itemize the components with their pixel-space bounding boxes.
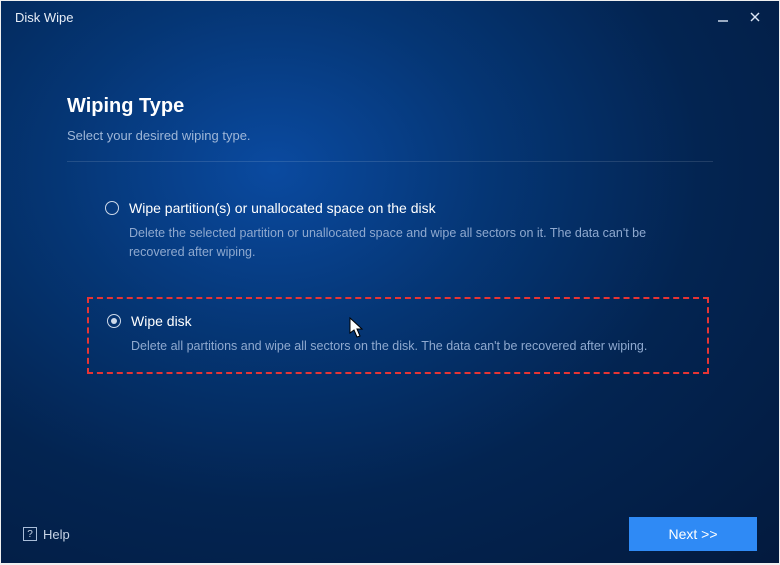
help-label: Help bbox=[43, 527, 70, 542]
divider bbox=[67, 161, 713, 162]
window-title: Disk Wipe bbox=[15, 10, 707, 25]
help-icon: ? bbox=[23, 527, 37, 541]
option-description: Delete the selected partition or unalloc… bbox=[129, 224, 691, 263]
radio-checked-icon[interactable] bbox=[107, 314, 121, 328]
help-link[interactable]: ? Help bbox=[23, 527, 70, 542]
option-wipe-disk[interactable]: Wipe disk Delete all partitions and wipe… bbox=[87, 297, 709, 374]
minimize-button[interactable] bbox=[707, 3, 739, 31]
dialog-window: Disk Wipe Wiping Type Select your desire… bbox=[1, 1, 779, 563]
option-wipe-partition[interactable]: Wipe partition(s) or unallocated space o… bbox=[87, 186, 709, 279]
page-title: Wiping Type bbox=[67, 95, 713, 118]
option-header: Wipe partition(s) or unallocated space o… bbox=[105, 200, 691, 216]
page-subtitle: Select your desired wiping type. bbox=[67, 128, 713, 143]
option-description: Delete all partitions and wipe all secto… bbox=[131, 337, 689, 356]
close-button[interactable] bbox=[739, 3, 771, 31]
content-area: Wiping Type Select your desired wiping t… bbox=[1, 33, 779, 505]
radio-unchecked-icon[interactable] bbox=[105, 201, 119, 215]
option-label: Wipe partition(s) or unallocated space o… bbox=[129, 200, 436, 216]
option-label: Wipe disk bbox=[131, 313, 192, 329]
footer: ? Help Next >> bbox=[1, 505, 779, 563]
titlebar: Disk Wipe bbox=[1, 1, 779, 33]
option-header: Wipe disk bbox=[107, 313, 689, 329]
next-button[interactable]: Next >> bbox=[629, 517, 757, 551]
